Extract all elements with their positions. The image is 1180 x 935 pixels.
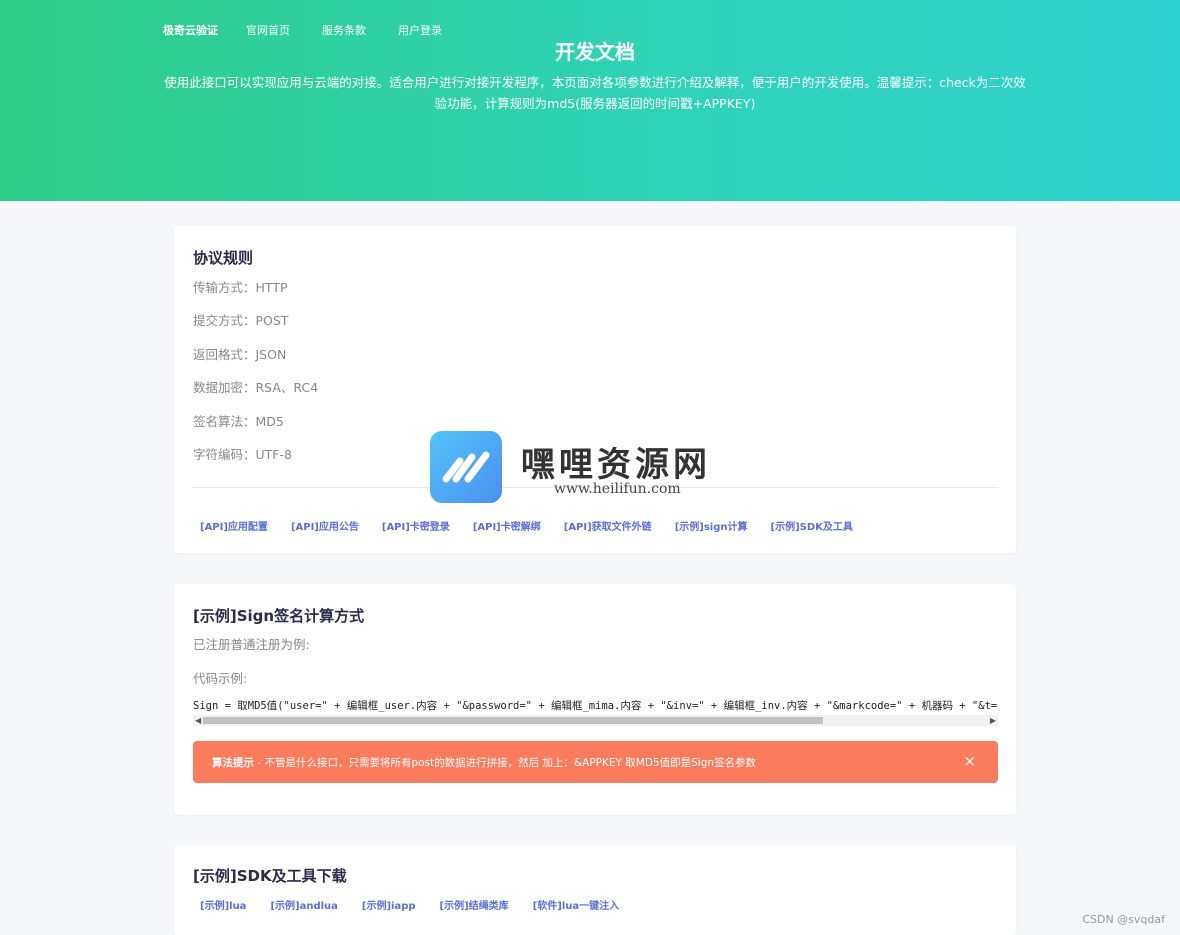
link-card-unbind[interactable]: [API]卡密解绑 [473,518,541,533]
link-sign-example[interactable]: [示例]sign计算 [675,518,748,533]
api-links: [API]应用配置 [API]应用公告 [API]卡密登录 [API]卡密解绑 … [200,518,853,533]
algorithm-alert: 算法提示 - 不管是什么接口，只需要将所有post的数据进行拼接，然后 加上：&… [193,741,998,783]
sdk-card: [示例]SDK及工具下载 [示例]lua [示例]andlua [示例]iapp… [174,845,1016,935]
horizontal-scrollbar[interactable]: ◀ ▶ [193,715,998,726]
watermark-name: 嘿哩资源网 [521,445,711,485]
sign-example-intro: 已注册普通注册为例: [193,637,310,652]
sdk-title: [示例]SDK及工具下载 [193,867,347,885]
page-title: 开发文档 [555,40,635,64]
link-file-link[interactable]: [API]获取文件外链 [564,518,652,533]
close-icon[interactable]: × [963,752,976,770]
watermark-url: www.heilifun.com [554,481,681,497]
link-lua-inject[interactable]: [软件]lua一键注入 [533,897,619,912]
rule-format: 返回格式：JSON [193,347,287,362]
alert-body: - 不管是什么接口，只需要将所有post的数据进行拼接，然后 加上：&APPKE… [254,757,757,769]
sdk-links: [示例]lua [示例]andlua [示例]iapp [示例]结绳类库 [软件… [200,897,619,912]
page-description: 使用此接口可以实现应用与云端的对接。适合用户进行对接开发程序，本页面对各项参数进… [160,72,1030,114]
watermark-logo-icon [430,431,502,503]
code-line: Sign = 取MD5值("user=" + 编辑框_user.内容 + "&p… [193,700,998,712]
link-app-config[interactable]: [API]应用配置 [200,518,268,533]
rule-transport: 传输方式：HTTP [193,280,288,295]
description-line: 使用此接口可以实现应用与云端的对接。适合用户进行对接开发程序，本页面对各项参数进… [164,75,1026,90]
link-sdk-tools[interactable]: [示例]SDK及工具 [771,518,853,533]
watermark: 嘿哩资源网 www.heilifun.com [430,431,740,503]
link-app-notice[interactable]: [API]应用公告 [291,518,359,533]
rule-method: 提交方式：POST [193,313,289,328]
link-andlua[interactable]: [示例]andlua [270,897,337,912]
alert-label: 算法提示 [212,757,254,769]
csdn-credit: CSDN @svqdaf [1082,913,1165,926]
sign-card: [示例]Sign签名计算方式 已注册普通注册为例: 代码示例: Sign = 取… [174,584,1016,815]
link-lua[interactable]: [示例]lua [200,897,246,912]
rule-charset: 字符编码：UTF-8 [193,447,292,462]
scroll-right-icon[interactable]: ▶ [990,715,996,726]
link-card-login[interactable]: [API]卡密登录 [382,518,450,533]
rule-signature: 签名算法：MD5 [193,414,284,429]
alert-message: 算法提示 - 不管是什么接口，只需要将所有post的数据进行拼接，然后 加上：&… [212,755,756,770]
sign-title: [示例]Sign签名计算方式 [193,607,365,625]
description-line: 验功能，计算规则为md5(服务器返回的时间戳+APPKEY) [434,96,756,111]
link-jieshen[interactable]: [示例]结绳类库 [440,897,509,912]
protocol-card: 协议规则 传输方式：HTTP 提交方式：POST 返回格式：JSON 数据加密：… [174,226,1016,553]
scroll-left-icon[interactable]: ◀ [195,715,201,726]
link-iapp[interactable]: [示例]iapp [362,897,416,912]
rule-encryption: 数据加密：RSA、RC4 [193,380,319,395]
scroll-thumb[interactable] [203,717,823,724]
protocol-title: 协议规则 [193,249,254,267]
hero-banner: 极奇云验证 官网首页 服务条款 用户登录 开发文档 使用此接口可以实现应用与云端… [0,0,1180,201]
code-example-label: 代码示例: [193,671,248,686]
code-block[interactable]: Sign = 取MD5值("user=" + 编辑框_user.内容 + "&p… [193,698,998,728]
